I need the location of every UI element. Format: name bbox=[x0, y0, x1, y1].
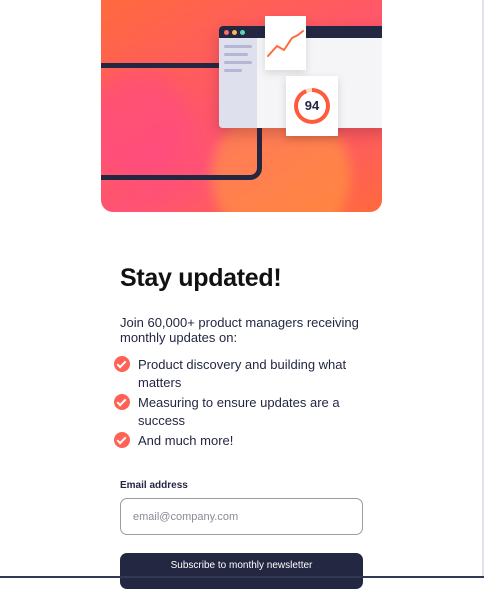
score-value: 94 bbox=[298, 92, 326, 120]
feature-text: Measuring to ensure updates are a succes… bbox=[138, 395, 340, 428]
page-title: Stay updated! bbox=[120, 264, 282, 292]
email-field[interactable] bbox=[120, 498, 363, 535]
intro-text: Join 60,000+ product managers receiving … bbox=[120, 315, 359, 345]
sidebar-line bbox=[224, 61, 252, 64]
sidebar-line bbox=[224, 53, 248, 56]
browser-sidebar bbox=[219, 38, 257, 128]
feature-list: Product discovery and building what matt… bbox=[114, 356, 364, 450]
email-label: Email address bbox=[120, 480, 188, 491]
list-item: And much more! bbox=[114, 432, 364, 450]
window-maximize-dot-icon bbox=[240, 30, 245, 35]
subscribe-button[interactable]: Subscribe to monthly newsletter bbox=[120, 553, 363, 589]
window-close-dot-icon bbox=[224, 30, 229, 35]
score-ring: 94 bbox=[294, 88, 330, 124]
feature-text: And much more! bbox=[138, 433, 234, 448]
sidebar-line bbox=[224, 69, 242, 72]
hero-illustration: 94 bbox=[101, 0, 382, 212]
score-card: 94 bbox=[286, 76, 338, 136]
check-icon bbox=[114, 394, 130, 410]
sidebar-line bbox=[224, 45, 252, 48]
list-item: Measuring to ensure updates are a succes… bbox=[114, 394, 364, 430]
feature-text: Product discovery and building what matt… bbox=[138, 357, 347, 390]
list-item: Product discovery and building what matt… bbox=[114, 356, 364, 392]
check-icon bbox=[114, 356, 130, 372]
window-minimize-dot-icon bbox=[232, 30, 237, 35]
trend-line-icon bbox=[267, 30, 304, 57]
check-icon bbox=[114, 432, 130, 448]
chart-card bbox=[265, 16, 306, 70]
